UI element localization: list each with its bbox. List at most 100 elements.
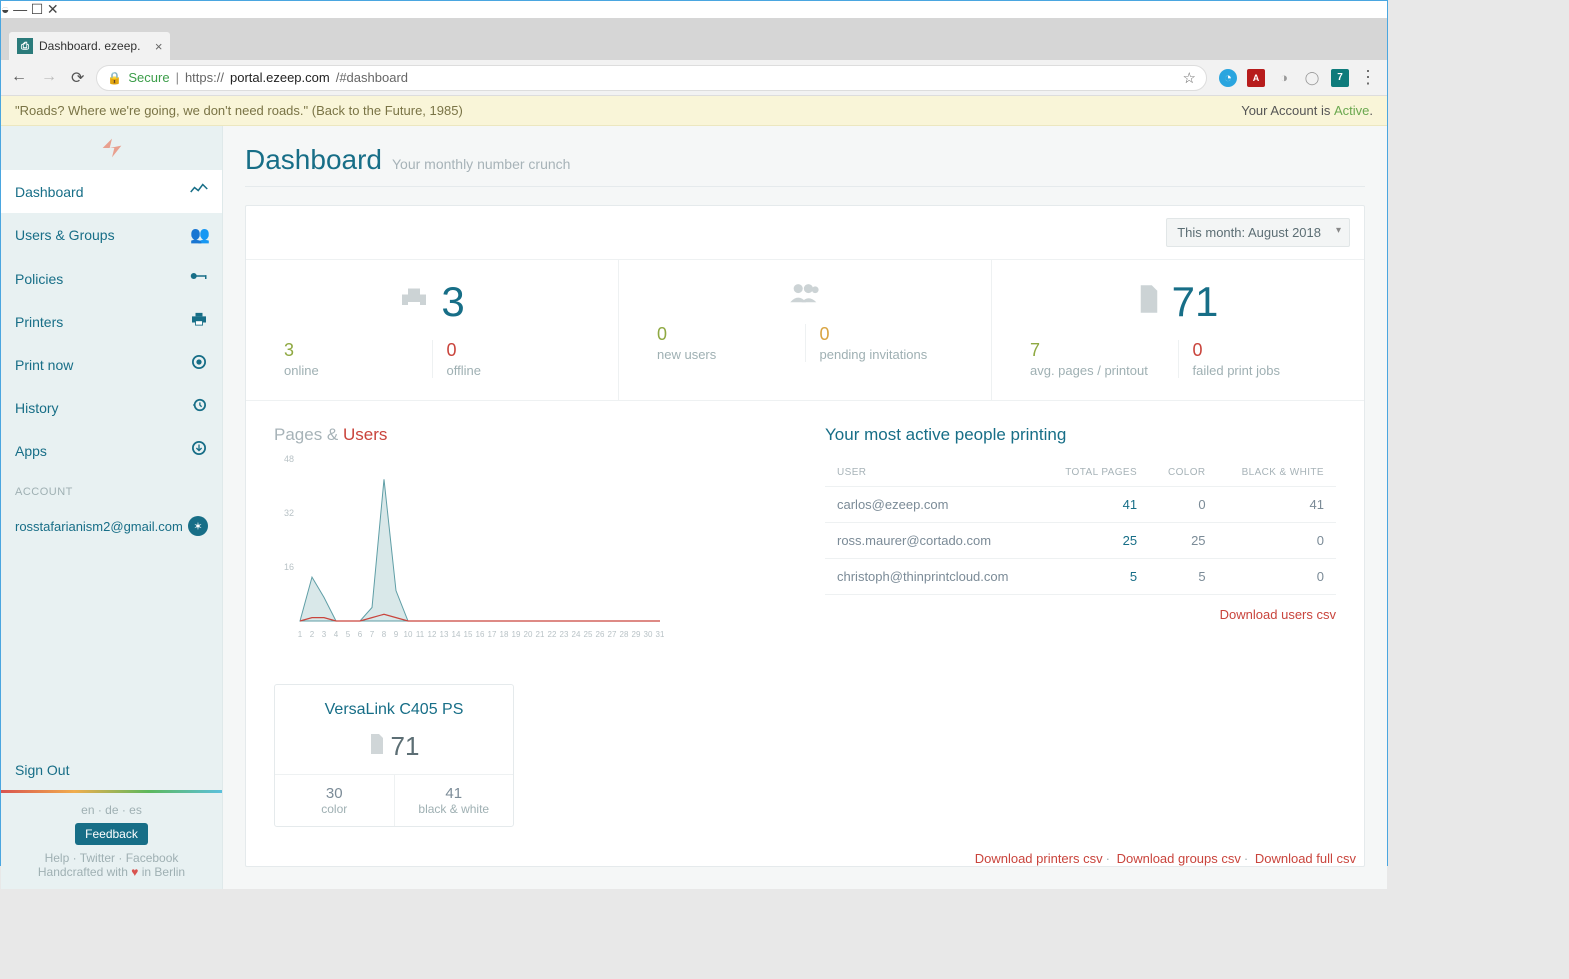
printer-icon <box>190 312 208 331</box>
sidebar-item-label: Apps <box>15 443 47 459</box>
lang-links[interactable]: en · de · es <box>1 803 222 817</box>
lock-icon: 🔒 <box>107 71 122 85</box>
document-icon <box>369 734 385 759</box>
bookmark-star-icon[interactable]: ☆ <box>1183 69 1196 87</box>
page-header: Dashboard Your monthly number crunch <box>245 126 1365 187</box>
table-row[interactable]: carlos@ezeep.com41041 <box>825 487 1336 523</box>
svg-text:30: 30 <box>644 630 653 639</box>
back-icon[interactable]: ← <box>11 68 27 88</box>
svg-text:25: 25 <box>584 630 593 639</box>
svg-text:8: 8 <box>382 630 387 639</box>
close-tab-icon[interactable]: × <box>155 39 163 54</box>
window-controls: ◒ — ☐ ✕ <box>1 1 1387 18</box>
svg-text:5: 5 <box>346 630 351 639</box>
maximize-icon[interactable]: ☐ <box>31 1 44 17</box>
printer-total: 71 <box>391 731 420 762</box>
logo[interactable] <box>1 126 222 170</box>
account-status: Your Account is Active. <box>1241 103 1373 118</box>
forward-icon: → <box>41 68 57 88</box>
avatar-icon: ✶ <box>188 516 208 536</box>
main-content: Dashboard Your monthly number crunch Thi… <box>223 126 1387 889</box>
month-selector-dropdown[interactable]: This month: August 2018 <box>1166 218 1350 247</box>
table-row[interactable]: ross.maurer@cortado.com25250 <box>825 523 1336 559</box>
ext-icon[interactable]: ◑ <box>1275 69 1293 87</box>
download-icon <box>190 441 208 460</box>
sidebar-item-label: Policies <box>15 271 63 287</box>
document-icon <box>1138 285 1160 320</box>
download-groups-csv-link[interactable]: Download groups csv <box>1117 851 1241 866</box>
key-icon <box>190 269 208 288</box>
account-email: rosstafarianism2@gmail.com <box>15 519 183 534</box>
sidebar-item-dashboard[interactable]: Dashboard <box>1 170 222 213</box>
address-bar[interactable]: 🔒 Secure | https://portal.ezeep.com/#das… <box>96 65 1207 91</box>
pdf-ext-icon[interactable]: A <box>1247 69 1265 87</box>
svg-text:16: 16 <box>284 562 294 572</box>
chart-area: Pages & Users 16324812345678910111213141… <box>274 425 785 646</box>
pages-users-chart: 1632481234567891011121314151617181920212… <box>274 453 664 643</box>
svg-text:14: 14 <box>452 630 461 639</box>
sidebar-item-printers[interactable]: Printers <box>1 300 222 343</box>
browser-tab[interactable]: ⎙ Dashboard. ezeep. × <box>9 32 170 60</box>
tab-strip: ⎙ Dashboard. ezeep. × <box>1 28 1387 60</box>
download-full-csv-link[interactable]: Download full csv <box>1255 851 1356 866</box>
sidebar-item-label: Print now <box>15 357 73 373</box>
svg-text:31: 31 <box>656 630 664 639</box>
sidebar-item-print-now[interactable]: Print now <box>1 343 222 386</box>
svg-text:26: 26 <box>596 630 605 639</box>
active-people-table: USERTOTAL PAGESCOLORBLACK & WHITE carlos… <box>825 459 1336 595</box>
help-links[interactable]: Help · Twitter · Facebook <box>1 851 222 865</box>
svg-text:29: 29 <box>632 630 641 639</box>
svg-text:15: 15 <box>464 630 473 639</box>
printer-name: VersaLink C405 PS <box>275 701 513 719</box>
stats-row: 3 3online 0offline <box>246 260 1364 401</box>
active-people-title: Your most active people printing <box>825 425 1336 445</box>
pages-total: 71 <box>1172 278 1219 326</box>
svg-text:16: 16 <box>476 630 485 639</box>
chart-title: Pages & Users <box>274 425 785 445</box>
sidebar-footer: en · de · es Feedback Help · Twitter · F… <box>1 793 222 889</box>
chrome-menu-icon[interactable]: ⋮ <box>1359 69 1377 87</box>
sidebar-item-policies[interactable]: Policies <box>1 257 222 300</box>
sign-out-link[interactable]: Sign Out <box>1 750 222 793</box>
browser-toolbar: ← → ⟳ 🔒 Secure | https://portal.ezeep.co… <box>1 60 1387 96</box>
sidebar-item-history[interactable]: History <box>1 386 222 429</box>
sidebar-item-apps[interactable]: Apps <box>1 429 222 472</box>
close-window-icon[interactable]: ✕ <box>47 1 59 17</box>
download-users-csv-link[interactable]: Download users csv <box>825 607 1336 622</box>
tab-title: Dashboard. ezeep. <box>39 39 140 53</box>
new-users-count: 0 <box>657 324 791 345</box>
svg-text:11: 11 <box>416 630 425 639</box>
reload-icon[interactable]: ⟳ <box>71 68 84 88</box>
announcement-banner: "Roads? Where we're going, we don't need… <box>1 96 1387 126</box>
ext-icon[interactable]: ◔ <box>1219 69 1237 87</box>
printers-total: 3 <box>441 278 464 326</box>
ext-icon[interactable]: ◯ <box>1303 69 1321 87</box>
target-icon <box>190 355 208 374</box>
svg-text:24: 24 <box>572 630 581 639</box>
svg-text:28: 28 <box>620 630 629 639</box>
account-icon[interactable]: ◒ <box>1 1 9 17</box>
sidebar-item-users-groups[interactable]: Users & Groups 👥 <box>1 213 222 257</box>
browser-window: ◒ — ☐ ✕ ⎙ Dashboard. ezeep. × ← → ⟳ 🔒 Se… <box>0 0 1388 866</box>
favicon-icon: ⎙ <box>17 38 33 54</box>
users-icon <box>788 278 822 310</box>
printer-summary-card[interactable]: VersaLink C405 PS 71 30color 41black & w… <box>274 684 514 827</box>
offline-count: 0 <box>447 340 581 361</box>
pending-count: 0 <box>820 324 954 345</box>
page-title: Dashboard <box>245 144 382 176</box>
account-link[interactable]: rosstafarianism2@gmail.com ✶ <box>1 506 222 546</box>
minimize-icon[interactable]: — <box>13 1 27 17</box>
avg-pages: 7 <box>1030 340 1164 361</box>
svg-text:10: 10 <box>404 630 413 639</box>
table-row[interactable]: christoph@thinprintcloud.com550 <box>825 559 1336 595</box>
ext-icon[interactable]: 7 <box>1331 69 1349 87</box>
download-printers-csv-link[interactable]: Download printers csv <box>975 851 1103 866</box>
svg-text:19: 19 <box>512 630 521 639</box>
printer-icon <box>399 286 429 318</box>
feedback-button[interactable]: Feedback <box>75 823 148 845</box>
svg-text:23: 23 <box>560 630 569 639</box>
failed-count: 0 <box>1193 340 1327 361</box>
svg-text:21: 21 <box>536 630 545 639</box>
svg-text:20: 20 <box>524 630 533 639</box>
sidebar-item-label: Users & Groups <box>15 227 115 243</box>
